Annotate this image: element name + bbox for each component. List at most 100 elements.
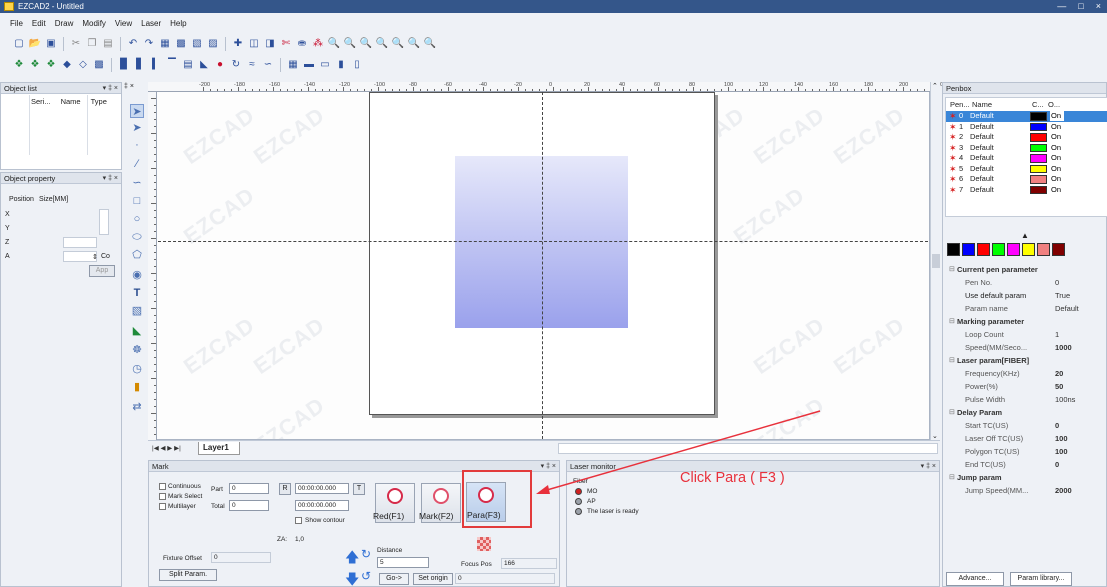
align-icon[interactable]: ◫ [247, 37, 261, 51]
param-section-header[interactable]: ⊟ Laser param[FIBER] [943, 354, 1106, 367]
pen-on-status[interactable]: On [1050, 184, 1064, 195]
new-file-icon[interactable]: ▢ [12, 37, 26, 51]
mark-select-checkbox[interactable] [159, 493, 166, 500]
maximize-icon[interactable]: □ [1078, 0, 1083, 13]
paste-icon[interactable]: ▤ [101, 37, 115, 51]
spin-icon[interactable]: ⇕ [92, 253, 98, 261]
param-row[interactable]: Jump Speed(MM... 2000 [943, 484, 1106, 497]
panel-pin-icon[interactable]: ▾ ‡ × [103, 173, 118, 184]
param-value[interactable]: 100 [1055, 432, 1068, 445]
param-row[interactable]: Polygon TC(US) 100 [943, 445, 1106, 458]
hatch-icon[interactable]: ▩ [92, 58, 106, 72]
open-file-icon[interactable]: 📂 [28, 37, 42, 51]
rotate-icon[interactable]: ↻ [229, 58, 243, 72]
distribute-icon[interactable]: ▤ [181, 58, 195, 72]
curve-tool-icon[interactable]: ∽ [130, 176, 144, 190]
undo-icon[interactable]: ↶ [126, 37, 140, 51]
bitmap-tool-icon[interactable]: ◣ [130, 324, 144, 338]
save-file-icon[interactable]: ▣ [44, 37, 58, 51]
panel-pin-icon[interactable]: ‡ × [124, 83, 134, 90]
section-toggle-icon[interactable]: ⊟ [949, 406, 955, 419]
extend-axis-tool-icon[interactable]: ⇄ [130, 400, 144, 414]
rectangle-tool-icon[interactable]: □ [130, 194, 144, 208]
pen-row[interactable]: ✶ 1 Default On [946, 121, 1107, 133]
align-top-icon[interactable]: ▔ [165, 58, 179, 72]
palette-color-swatch[interactable] [1022, 243, 1035, 256]
param-row[interactable]: Pulse Width 100ns [943, 393, 1106, 406]
break-icon[interactable]: ❖ [28, 58, 42, 72]
split-param-button[interactable]: Split Param. [159, 569, 217, 581]
text-path-icon[interactable]: ▬ [302, 58, 316, 72]
column-name[interactable]: Name [61, 97, 81, 106]
zoom-selected-icon[interactable]: 🔍 [391, 37, 405, 51]
param-row[interactable]: Speed(MM/Seco... 1000 [943, 341, 1106, 354]
pen-color-swatch[interactable] [1030, 112, 1047, 121]
weld-icon[interactable]: ▮ [334, 58, 348, 72]
close-icon[interactable]: × [1096, 0, 1101, 13]
vector-file-tool-icon[interactable]: ☸ [130, 343, 144, 357]
node-tool-icon[interactable]: ➤ [130, 121, 144, 135]
rotate-down-icon[interactable]: ↺ [361, 569, 371, 583]
unlock-icon[interactable]: ◇ [76, 58, 90, 72]
menu-view[interactable]: View [115, 17, 132, 30]
param-section-header[interactable]: ⊟ Marking parameter [943, 315, 1106, 328]
menu-draw[interactable]: Draw [55, 17, 74, 30]
copy-icon[interactable]: ❐ [85, 37, 99, 51]
column-color[interactable]: C... [1032, 100, 1044, 110]
trim-icon[interactable]: ▯ [350, 58, 364, 72]
polygon-tool-icon[interactable]: ⬠ [130, 248, 144, 262]
fixture-offset-input[interactable]: 0 [211, 552, 271, 563]
pen-color-swatch[interactable] [1030, 175, 1047, 184]
laser-icon[interactable]: ● [213, 58, 227, 72]
column-on[interactable]: O... [1048, 100, 1060, 110]
t-button[interactable]: T [353, 483, 365, 495]
timer-tool-icon[interactable]: ◷ [130, 362, 144, 376]
column-name[interactable]: Name [972, 100, 992, 110]
down-arrow-icon[interactable]: 🡇 [345, 569, 359, 587]
param-row[interactable]: Start TC(US) 0 [943, 419, 1106, 432]
section-toggle-icon[interactable]: ⊟ [949, 354, 955, 367]
curve-icon[interactable]: ∽ [261, 58, 275, 72]
total-input[interactable]: 0 [229, 500, 269, 511]
focus-pos-input[interactable]: 166 [501, 558, 557, 569]
param-section-header[interactable]: ⊟ Current pen parameter [943, 263, 1106, 276]
origin-input[interactable]: 0 [455, 573, 555, 584]
convert-icon[interactable]: ❖ [44, 58, 58, 72]
lock-icon[interactable]: ◆ [60, 58, 74, 72]
redo-icon[interactable]: ↷ [142, 37, 156, 51]
menu-edit[interactable]: Edit [32, 17, 46, 30]
scroll-thumb[interactable] [932, 254, 940, 268]
pen-on-status[interactable]: On [1050, 132, 1064, 142]
dot-tool-icon[interactable]: · [130, 138, 144, 152]
multilayer-checkbox[interactable] [159, 503, 166, 510]
group-icon[interactable]: ◨ [263, 37, 277, 51]
zoom-all-icon[interactable]: 🔍 [375, 37, 389, 51]
pen-color-swatch[interactable] [1030, 154, 1047, 163]
go-button[interactable]: Go-> [379, 573, 409, 585]
panel-pin-icon[interactable]: ▾ ‡ × [921, 461, 936, 472]
select-tool-icon[interactable]: ➤ [130, 104, 144, 118]
param-value[interactable]: 100 [1055, 445, 1068, 458]
align-center-icon[interactable]: ▋ [133, 58, 147, 72]
pen-color-swatch[interactable] [1030, 164, 1047, 173]
column-type[interactable]: Type [91, 97, 107, 106]
param-value[interactable]: 50 [1055, 380, 1063, 393]
pen-color-swatch[interactable] [1030, 185, 1047, 194]
param-row[interactable]: Param name Default [943, 302, 1106, 315]
z-field[interactable] [63, 237, 97, 248]
collapse-arrow-icon[interactable]: ▲ [1021, 231, 1029, 240]
node-edit-icon[interactable]: ⛂ [295, 37, 309, 51]
param-value[interactable]: 20 [1055, 367, 1063, 380]
pen-icon[interactable]: ⁂ [311, 37, 325, 51]
param-value[interactable]: 1000 [1055, 341, 1072, 354]
lock-ratio-icon[interactable] [99, 209, 109, 235]
param-row[interactable]: Laser Off TC(US) 100 [943, 432, 1106, 445]
pattern-icon[interactable] [477, 537, 491, 551]
section-toggle-icon[interactable]: ⊟ [949, 315, 955, 328]
zoom-reset-icon[interactable]: 🔍 [423, 37, 437, 51]
barcode-tool-icon[interactable]: ▧ [130, 304, 144, 318]
zoom-out-icon[interactable]: 🔍 [343, 37, 357, 51]
menu-modify[interactable]: Modify [82, 17, 106, 30]
guide-icon[interactable]: ▨ [206, 37, 220, 51]
param-row[interactable]: Frequency(KHz) 20 [943, 367, 1106, 380]
